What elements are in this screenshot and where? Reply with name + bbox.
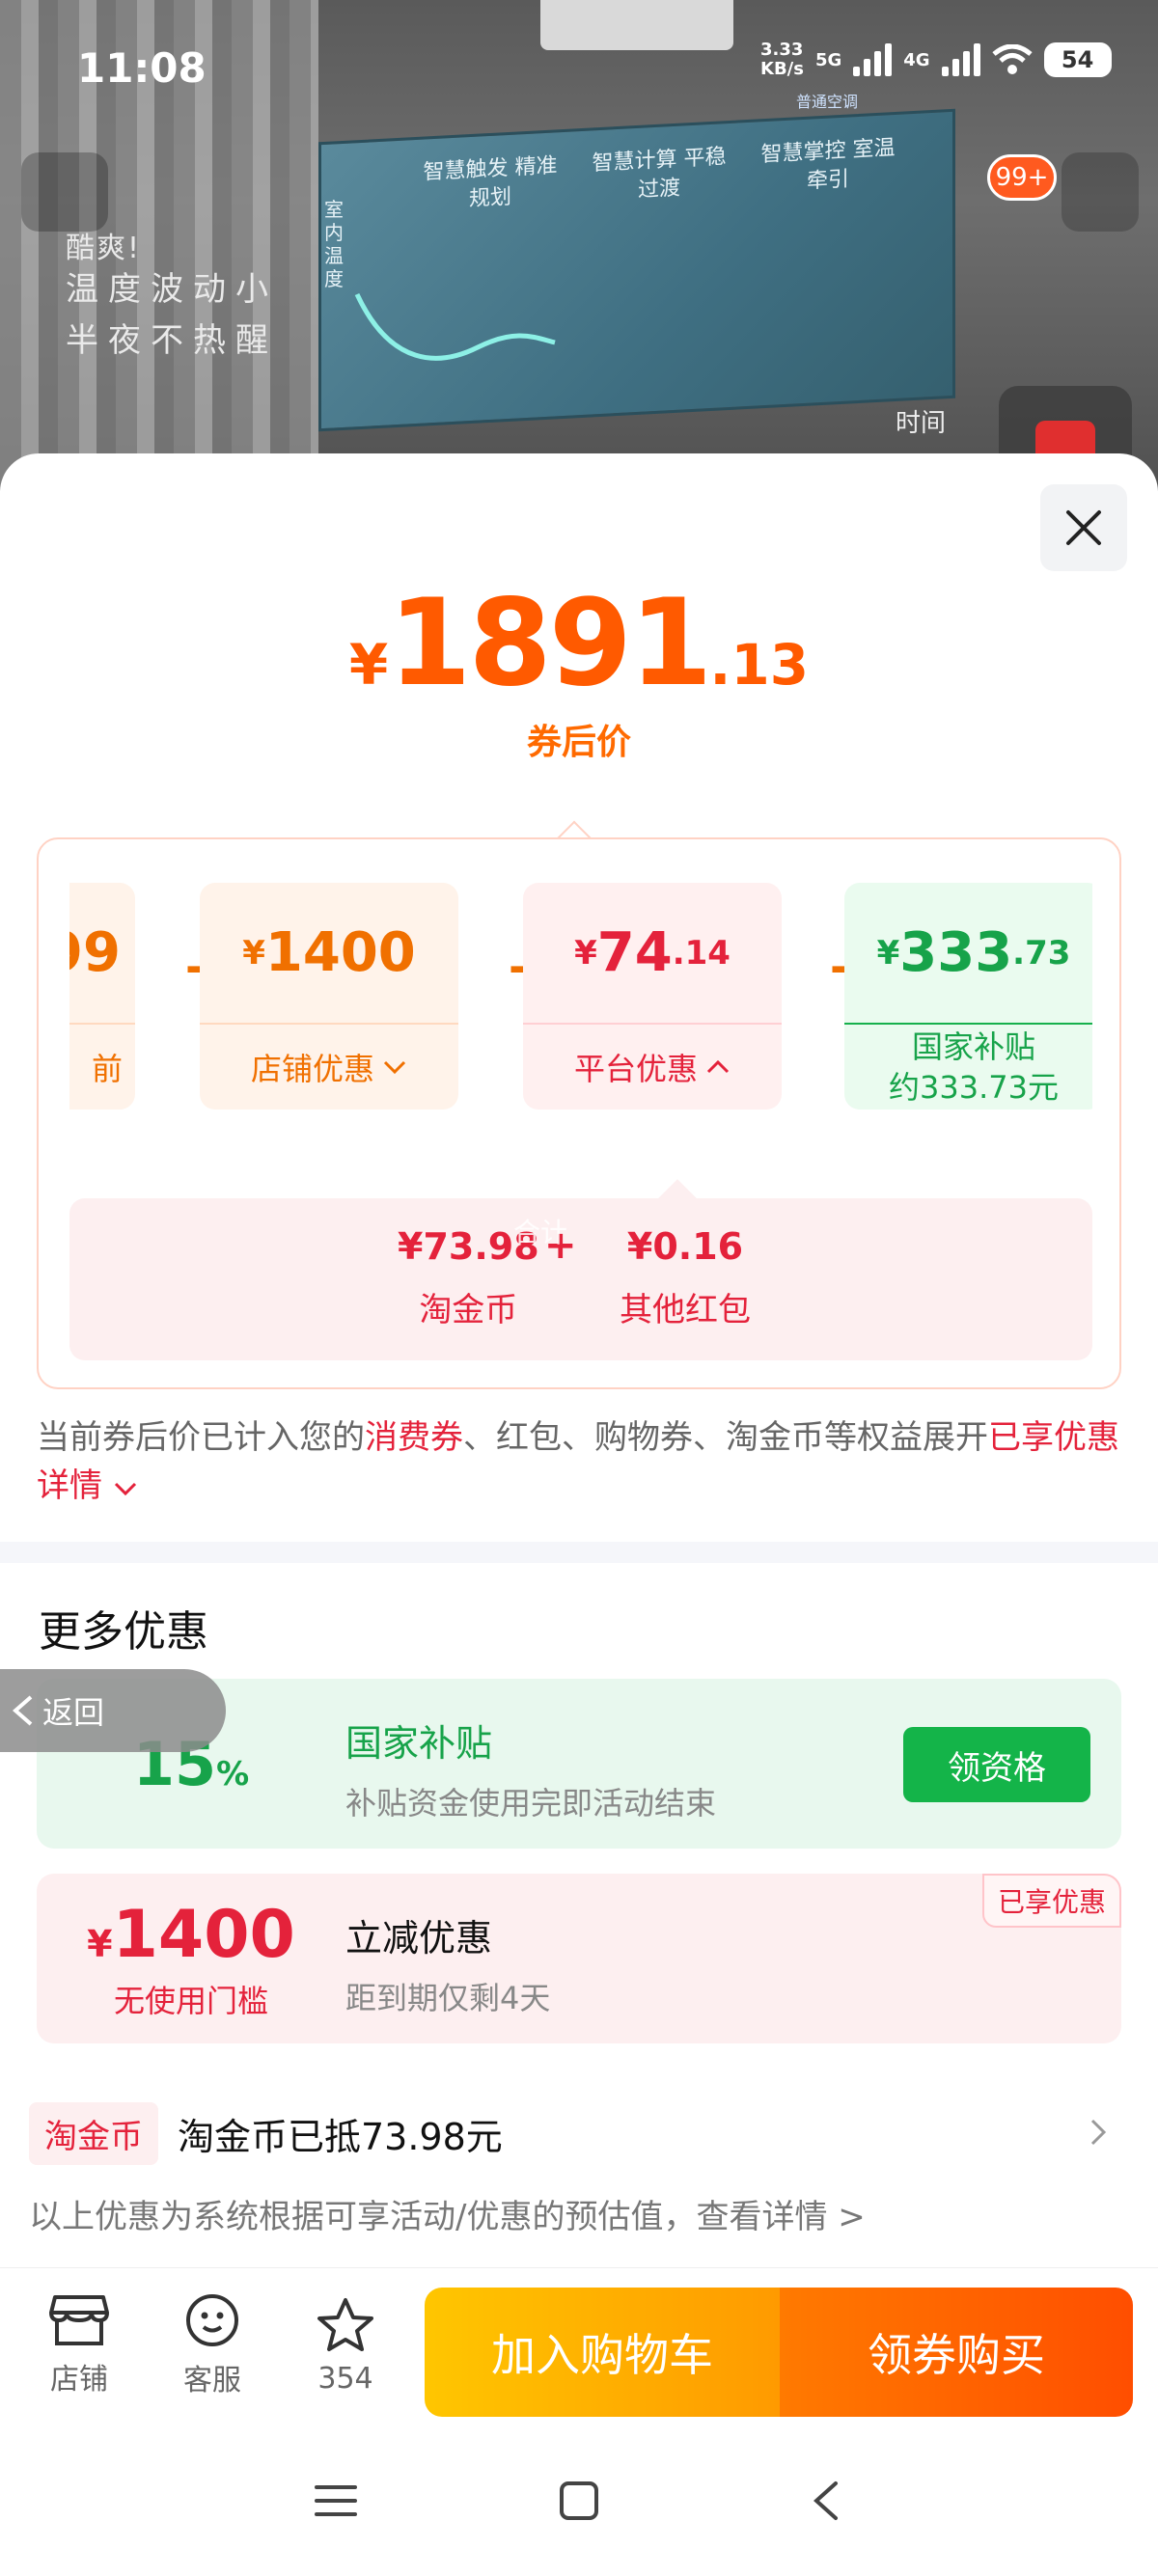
- chevron-down-icon: [383, 1060, 406, 1075]
- network-type: 5G: [814, 49, 842, 70]
- chevron-right-icon: [1090, 2119, 1107, 2146]
- price-breakdown: 99 前 - ¥1400 店铺优惠 - ¥74.14 平台优惠 -: [37, 837, 1121, 1389]
- board-col-3: 智慧掌控 室温牵引: [760, 135, 896, 194]
- photo-back-button[interactable]: [21, 152, 108, 232]
- photo-text-line1: 酷爽!: [66, 232, 142, 265]
- nav-home-button[interactable]: [550, 2472, 608, 2530]
- board-col-1: 智慧触发 精准规划: [423, 153, 558, 212]
- claim-coupon-buy-button[interactable]: 领券购买: [780, 2288, 1133, 2417]
- net-speed: 3.33 KB/s: [760, 40, 804, 79]
- overlay-watermark: 合计: [513, 1217, 568, 1248]
- time-axis-label: 时间: [896, 409, 947, 438]
- air-conditioner-decoration: [540, 0, 733, 50]
- menu-icon: [315, 2485, 357, 2516]
- nav-back-button[interactable]: [797, 2472, 855, 2530]
- coin-deduction-row[interactable]: 淘金币 淘金币已抵73.98元: [29, 2099, 1129, 2167]
- photo-text-line2: 温度波动小: [66, 270, 278, 309]
- original-price-card[interactable]: 99 前: [69, 883, 135, 1110]
- add-to-cart-button[interactable]: 加入购物车: [425, 2288, 780, 2417]
- purchase-buttons: 加入购物车 领券购买: [425, 2288, 1133, 2417]
- battery-indicator: 54: [1043, 42, 1112, 77]
- breakdown-cards: 99 前 - ¥1400 店铺优惠 - ¥74.14 平台优惠 -: [69, 883, 1092, 1110]
- star-icon: [317, 2297, 373, 2351]
- shop-discount-card[interactable]: ¥1400 店铺优惠: [200, 883, 458, 1110]
- network-type-2: 4G: [903, 49, 930, 70]
- chevron-down-icon[interactable]: [113, 1481, 138, 1496]
- temperature-curve-graphic: [354, 292, 556, 361]
- ac-label: 普通空调: [796, 93, 859, 111]
- platform-discount-card[interactable]: ¥74.14 平台优惠: [523, 883, 782, 1110]
- final-price: ¥1891.13: [348, 574, 810, 713]
- chevron-left-icon: [12, 1695, 33, 1726]
- photo-text-line3: 半夜不热醒: [66, 321, 278, 360]
- back-button[interactable]: 返回: [0, 1669, 226, 1752]
- close-icon: [1066, 510, 1101, 545]
- discount-desc: 距到期仅剩4天: [345, 1980, 551, 2016]
- cart-count-badge[interactable]: 99+: [987, 154, 1057, 201]
- shop-button[interactable]: 店铺: [31, 2268, 127, 2423]
- price-notice: 当前券后价已计入您的消费券、红包、购物券、淘金币等权益展开已享优惠详情: [37, 1418, 1119, 1505]
- national-subsidy-card[interactable]: ¥333.73 国家补贴 约333.73元: [844, 883, 1092, 1110]
- bottom-action-bar: 店铺 客服 354 加入购物车 领券购买: [0, 2267, 1158, 2422]
- instant-discount-promo: ¥1400 无使用门槛 立减优惠 距到期仅剩4天 已享优惠: [37, 1874, 1121, 2043]
- claim-qualification-button[interactable]: 领资格: [903, 1727, 1090, 1802]
- system-navigation-bar: [0, 2422, 1158, 2576]
- more-discounts-title: 更多优惠: [39, 1607, 208, 1657]
- final-price-label: 券后价: [526, 723, 631, 762]
- discount-amount: ¥1400 无使用门槛: [87, 1896, 295, 2019]
- customer-service-icon: [186, 2294, 238, 2346]
- section-divider: [0, 1542, 1158, 1563]
- photo-more-button[interactable]: [1062, 152, 1139, 232]
- coin-tag: 淘金币: [29, 2101, 158, 2165]
- home-square-icon: [560, 2481, 598, 2520]
- status-time: 11:08: [77, 44, 207, 92]
- status-icons: 3.33 KB/s 5G 4G 54: [760, 41, 1112, 79]
- discount-title: 立减优惠: [345, 1917, 493, 1959]
- estimate-details-link[interactable]: 以上优惠为系统根据可享活动/优惠的预估值，查看详情 >: [29, 2190, 866, 2237]
- other-redpacket-item: ¥0.16 其他红包: [620, 1225, 751, 1329]
- coin-deduction-text: 淘金币已抵73.98元: [178, 2115, 503, 2158]
- consumer-coupon-link[interactable]: 消费券: [365, 1418, 463, 1457]
- customer-service-button[interactable]: 客服: [164, 2268, 261, 2423]
- signal-icon-2: [941, 43, 980, 76]
- coupon-price-sheet: ¥1891.13 券后价 99 前 - ¥1400 店铺优惠 - ¥74.14: [0, 453, 1158, 2576]
- close-button[interactable]: [1040, 484, 1127, 571]
- store-icon: [49, 2295, 109, 2345]
- subsidy-desc: 补贴资金使用完即活动结束: [345, 1785, 717, 1822]
- chevron-up-icon: [706, 1059, 730, 1074]
- subsidy-title: 国家补贴: [345, 1722, 493, 1765]
- signal-icon: [853, 43, 893, 76]
- favorite-button[interactable]: 354: [297, 2268, 394, 2423]
- product-photo-background: 普通空调 酷爽! 温度波动小 半夜不热醒 智慧触发 精准规划 智慧计算 平稳过渡…: [0, 0, 1158, 502]
- wifi-icon: [991, 44, 1033, 74]
- nav-menu-button[interactable]: [307, 2472, 365, 2530]
- enjoyed-badge: 已享优惠: [981, 1874, 1121, 1928]
- back-arrow-icon: [813, 2481, 838, 2520]
- board-side-label: 室内温度: [324, 198, 344, 290]
- board-col-2: 智慧计算 平稳过渡: [592, 145, 727, 203]
- platform-discount-detail: ¥73.98 淘金币 + 合计 ¥0.16 其他红包: [69, 1198, 1092, 1360]
